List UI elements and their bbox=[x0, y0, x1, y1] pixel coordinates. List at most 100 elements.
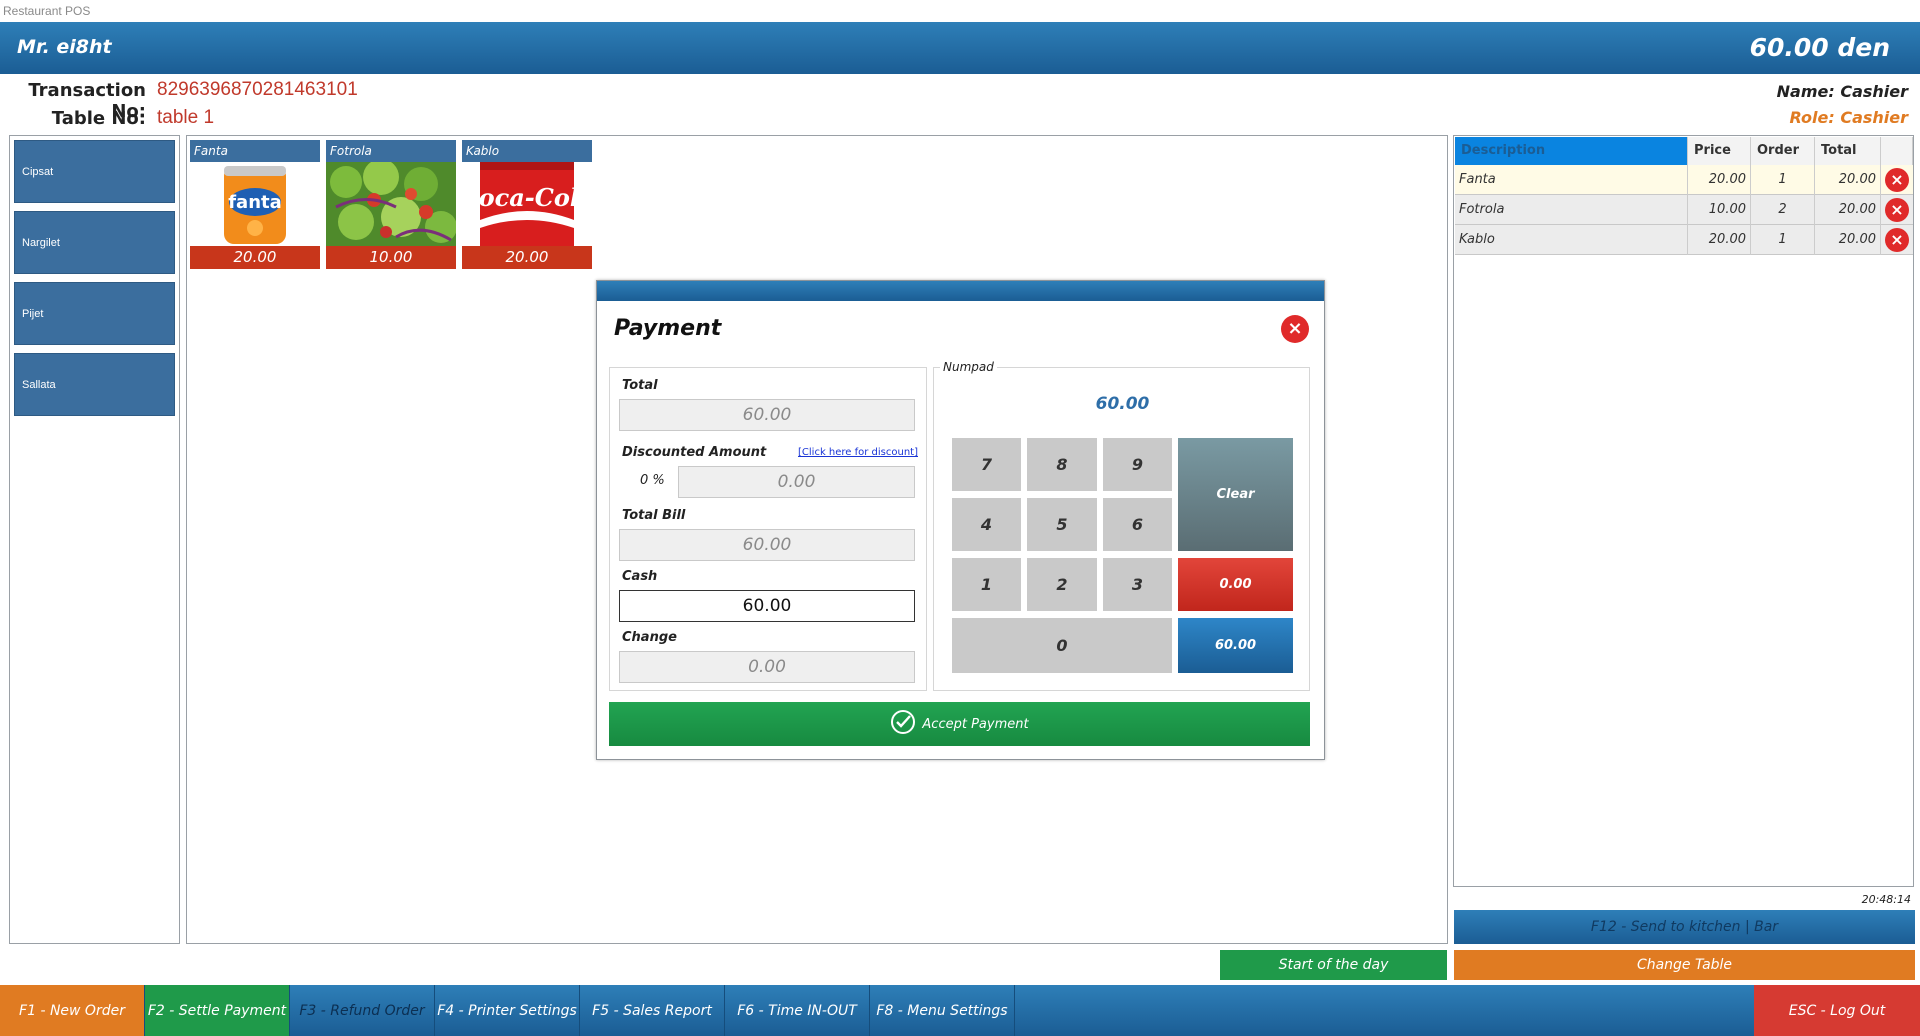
cell-description: Kablo bbox=[1455, 225, 1688, 255]
cell-total: 20.00 bbox=[1815, 225, 1881, 255]
discount-percent: 0 % bbox=[640, 473, 665, 488]
header-bar: Mr. ei8ht 60.00 den bbox=[0, 22, 1920, 74]
cell-order: 2 bbox=[1751, 195, 1815, 225]
product-price: 20.00 bbox=[462, 246, 592, 269]
table-no-label: Table No: bbox=[51, 108, 146, 129]
dialog-title: Payment bbox=[614, 316, 722, 341]
fanta-can-image: fanta bbox=[190, 162, 320, 246]
product-name: Fanta bbox=[190, 140, 320, 162]
settle-payment-button[interactable]: F2 - Settle Payment bbox=[145, 985, 290, 1036]
key-2[interactable]: 2 bbox=[1027, 558, 1097, 611]
clear-button[interactable]: Clear bbox=[1178, 438, 1293, 551]
total-bill-label: Total Bill bbox=[622, 508, 686, 523]
product-price: 20.00 bbox=[190, 246, 320, 269]
product-name: Kablo bbox=[462, 140, 592, 162]
numpad-group: Numpad 60.00 7 8 9 4 5 6 1 2 3 0 Clear 0… bbox=[933, 360, 1310, 691]
product-fotrola[interactable]: Fotrola 10.00 bbox=[326, 140, 456, 269]
cash-input[interactable]: 60.00 bbox=[619, 590, 915, 622]
order-total-amount: 60.00 den bbox=[1749, 33, 1890, 62]
cell-order: 1 bbox=[1751, 165, 1815, 195]
cell-total: 20.00 bbox=[1815, 165, 1881, 195]
numpad-display: 60.00 bbox=[1095, 394, 1150, 414]
table-row[interactable]: Fotrola 10.00 2 20.00 × bbox=[1455, 195, 1913, 225]
key-4[interactable]: 4 bbox=[952, 498, 1021, 551]
column-description[interactable]: Description bbox=[1455, 137, 1688, 165]
accept-payment-button[interactable]: Accept Payment bbox=[609, 702, 1310, 746]
key-3[interactable]: 3 bbox=[1103, 558, 1172, 611]
key-6[interactable]: 6 bbox=[1103, 498, 1172, 551]
coca-cola-can-image: Coca-Cola bbox=[462, 162, 592, 246]
payment-dialog: Payment × Total 60.00 Discounted Amount … bbox=[596, 280, 1325, 760]
window-title: Restaurant POS bbox=[0, 0, 1920, 22]
change-label: Change bbox=[622, 630, 677, 645]
change-table-button[interactable]: Change Table bbox=[1454, 950, 1915, 980]
column-price[interactable]: Price bbox=[1688, 137, 1751, 165]
total-label: Total bbox=[622, 378, 658, 393]
product-fanta[interactable]: Fanta fanta 20.00 bbox=[190, 140, 320, 269]
change-field: 0.00 bbox=[619, 651, 915, 683]
send-kitchen-button[interactable]: F12 - Send to kitchen | Bar bbox=[1454, 910, 1915, 944]
function-bar: F1 - New Order F2 - Settle Payment F3 - … bbox=[0, 985, 1920, 1036]
remove-item-icon[interactable]: × bbox=[1885, 228, 1909, 252]
cash-label: Cash bbox=[622, 569, 658, 584]
remove-item-icon[interactable]: × bbox=[1885, 198, 1909, 222]
table-no-value: table 1 bbox=[157, 107, 215, 128]
transaction-no-value: 8296396870281463101 bbox=[157, 79, 358, 100]
key-5[interactable]: 5 bbox=[1027, 498, 1097, 551]
svg-text:Coca-Cola: Coca-Cola bbox=[462, 183, 592, 212]
amounts-group: Total 60.00 Discounted Amount [Click her… bbox=[609, 367, 927, 691]
new-order-button[interactable]: F1 - New Order bbox=[0, 985, 145, 1036]
check-circle-icon bbox=[890, 709, 916, 739]
menu-settings-button[interactable]: F8 - Menu Settings bbox=[870, 985, 1015, 1036]
close-icon[interactable]: × bbox=[1281, 315, 1309, 343]
product-name: Fotrola bbox=[326, 140, 456, 162]
quick-amount-exact-button[interactable]: 60.00 bbox=[1178, 618, 1293, 673]
cell-total: 20.00 bbox=[1815, 195, 1881, 225]
remove-item-icon[interactable]: × bbox=[1885, 168, 1909, 192]
category-nargilet[interactable]: Nargilet bbox=[14, 211, 175, 274]
time-in-out-button[interactable]: F6 - Time IN-OUT bbox=[725, 985, 870, 1036]
salad-image bbox=[326, 162, 456, 246]
quick-amount-zero-button[interactable]: 0.00 bbox=[1178, 558, 1293, 611]
category-pijet[interactable]: Pijet bbox=[14, 282, 175, 345]
discount-link[interactable]: [Click here for discount] bbox=[798, 447, 918, 458]
key-1[interactable]: 1 bbox=[952, 558, 1021, 611]
staff-name: Name: Cashier bbox=[1776, 82, 1908, 101]
column-order[interactable]: Order bbox=[1751, 137, 1815, 165]
key-9[interactable]: 9 bbox=[1103, 438, 1172, 491]
discount-field: 0.00 bbox=[678, 466, 915, 498]
cell-description: Fotrola bbox=[1455, 195, 1688, 225]
category-panel: Cipsat Nargilet Pijet Sallata bbox=[9, 135, 180, 944]
staff-role: Role: Cashier bbox=[1789, 108, 1909, 127]
dialog-titlebar bbox=[597, 281, 1324, 301]
column-delete bbox=[1881, 137, 1913, 165]
printer-settings-button[interactable]: F4 - Printer Settings bbox=[435, 985, 580, 1036]
discount-label: Discounted Amount bbox=[622, 445, 767, 460]
table-row[interactable]: Kablo 20.00 1 20.00 × bbox=[1455, 225, 1913, 255]
cell-description: Fanta bbox=[1455, 165, 1688, 195]
total-field: 60.00 bbox=[619, 399, 915, 431]
user-name: Mr. ei8ht bbox=[17, 36, 112, 58]
logout-button[interactable]: ESC - Log Out bbox=[1754, 985, 1920, 1036]
category-sallata[interactable]: Sallata bbox=[14, 353, 175, 416]
category-cipsat[interactable]: Cipsat bbox=[14, 140, 175, 203]
cell-price: 20.00 bbox=[1688, 225, 1751, 255]
total-bill-field: 60.00 bbox=[619, 529, 915, 561]
column-total[interactable]: Total bbox=[1815, 137, 1881, 165]
clock: 20:48:14 bbox=[1861, 893, 1911, 906]
accept-payment-label: Accept Payment bbox=[922, 716, 1029, 732]
cell-order: 1 bbox=[1751, 225, 1815, 255]
refund-order-button[interactable]: F3 - Refund Order bbox=[290, 985, 435, 1036]
product-price: 10.00 bbox=[326, 246, 456, 269]
svg-text:fanta: fanta bbox=[228, 192, 282, 213]
product-kablo[interactable]: Kablo Coca-Cola 20.00 bbox=[462, 140, 592, 269]
key-0[interactable]: 0 bbox=[952, 618, 1172, 673]
cell-price: 20.00 bbox=[1688, 165, 1751, 195]
key-8[interactable]: 8 bbox=[1027, 438, 1097, 491]
table-row[interactable]: Fanta 20.00 1 20.00 × bbox=[1455, 165, 1913, 195]
cell-price: 10.00 bbox=[1688, 195, 1751, 225]
numpad-label: Numpad bbox=[940, 360, 997, 374]
key-7[interactable]: 7 bbox=[952, 438, 1021, 491]
sales-report-button[interactable]: F5 - Sales Report bbox=[580, 985, 725, 1036]
start-day-button[interactable]: Start of the day bbox=[1220, 950, 1447, 980]
